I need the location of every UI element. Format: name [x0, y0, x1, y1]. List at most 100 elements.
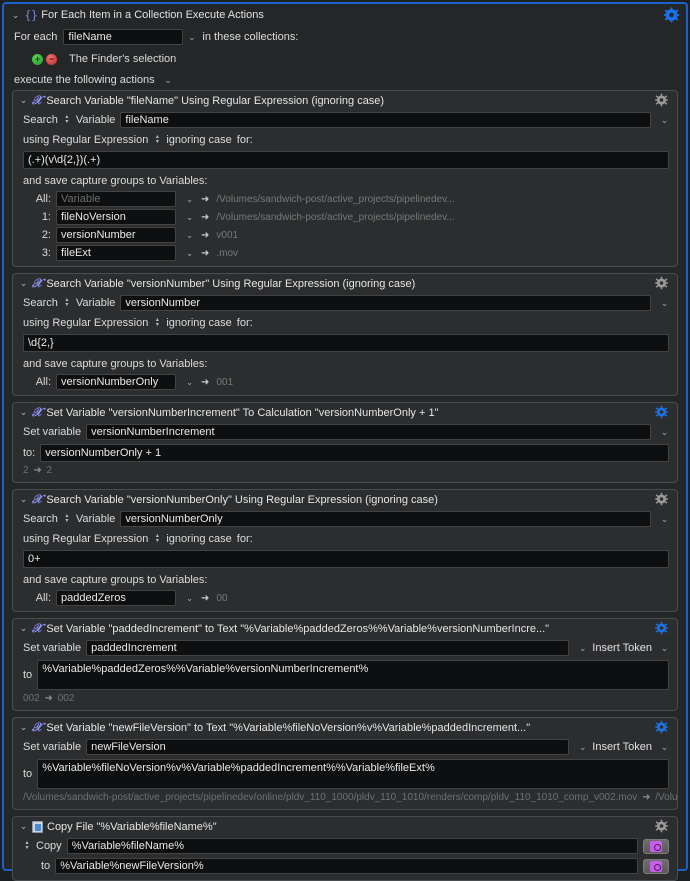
chevron-down-icon[interactable]: ⌄	[660, 514, 669, 525]
set-variable-input[interactable]: versionNumberIncrement	[86, 424, 651, 440]
action-search-versionnumberonly[interactable]: ⌄ 𝒳 Search Variable "versionNumberOnly" …	[12, 489, 678, 612]
disclosure-triangle-icon[interactable]: ⌄	[18, 722, 29, 733]
chevron-down-icon[interactable]: ⌄	[660, 115, 669, 126]
gear-icon[interactable]	[655, 93, 670, 108]
case-option-label[interactable]: ignoring case	[166, 533, 231, 545]
case-option-label[interactable]: ignoring case	[166, 317, 231, 329]
action-search-versionnumber[interactable]: ⌄ 𝒳 Search Variable "versionNumber" Usin…	[12, 273, 678, 396]
search-target-stepper[interactable]: ▴ ▾	[63, 114, 71, 125]
action-copy-file[interactable]: ⌄ Copy File "%Variable%fileName%" ▴ ▾ Cop…	[12, 816, 678, 881]
file-chooser-icon[interactable]	[643, 858, 669, 874]
regex-input[interactable]: \d{2,}	[23, 334, 669, 352]
action-set-versionnumberincrement[interactable]: ⌄ 𝒳 Set Variable "versionNumberIncrement…	[12, 402, 678, 483]
disclosure-triangle-icon[interactable]: ⌄	[18, 95, 29, 106]
to-value-input[interactable]: versionNumberOnly + 1	[40, 444, 669, 462]
case-option-stepper[interactable]: ▴ ▾	[153, 317, 161, 328]
to-label: to:	[23, 447, 36, 459]
disclosure-triangle-icon[interactable]: ⌄	[18, 494, 29, 505]
copy-label[interactable]: Copy	[36, 840, 62, 852]
search-target-stepper[interactable]: ▴ ▾	[63, 297, 71, 308]
search-target-label[interactable]: Variable	[76, 513, 116, 525]
capture-variable-input[interactable]: paddedZeros	[56, 590, 176, 606]
chevron-down-icon[interactable]: ⌄	[185, 212, 194, 223]
to-value-row: to: versionNumberOnly + 1	[13, 442, 677, 464]
gear-icon[interactable]	[655, 492, 670, 507]
chevron-down-icon[interactable]: ⌄	[185, 194, 194, 205]
for-each-variable-input[interactable]: fileName	[63, 29, 184, 45]
insert-token-button[interactable]: Insert Token ⌄	[592, 741, 669, 753]
search-label: Search	[23, 513, 58, 525]
chevron-down-icon[interactable]: ⌄	[660, 427, 669, 438]
collection-row: + − The Finder's selection	[4, 48, 686, 70]
case-option-label[interactable]: ignoring case	[166, 134, 231, 146]
search-variable-input[interactable]: versionNumber	[120, 295, 651, 311]
insert-token-button[interactable]: Insert Token ⌄	[592, 642, 669, 654]
regex-input[interactable]: 0+	[23, 550, 669, 568]
chevron-down-icon[interactable]: ⌄	[164, 75, 173, 86]
gear-icon-active[interactable]	[655, 405, 670, 420]
case-option-stepper[interactable]: ▴ ▾	[153, 134, 161, 145]
chevron-down-icon[interactable]: ⌄	[660, 298, 669, 309]
capture-variable-input[interactable]: fileNoVersion	[56, 209, 176, 225]
regex-input[interactable]: (.+)(v\d{2,})(.+)	[23, 151, 669, 169]
search-target-stepper[interactable]: ▴ ▾	[63, 513, 71, 524]
chevron-down-icon[interactable]: ⌄	[660, 643, 669, 654]
disclosure-triangle-icon[interactable]: ⌄	[18, 821, 29, 832]
gear-icon[interactable]	[655, 276, 670, 291]
set-variable-label: Set variable	[23, 741, 82, 753]
copy-mode-stepper[interactable]: ▴ ▾	[23, 840, 31, 851]
for-each-action-container[interactable]: ⌄ {} For Each Item in a Collection Execu…	[2, 2, 688, 881]
action-header: ⌄ 𝒳 Search Variable "fileName" Using Reg…	[13, 91, 677, 110]
copy-destination-input[interactable]: %Variable%newFileVersion%	[55, 858, 638, 874]
minus-circle-icon[interactable]: −	[46, 53, 57, 65]
set-variable-input[interactable]: newFileVersion	[86, 739, 570, 755]
chevron-down-icon[interactable]: ⌄	[185, 248, 194, 259]
gear-icon-active[interactable]	[655, 720, 670, 735]
capture-variable-input[interactable]: fileExt	[56, 245, 176, 261]
chevron-down-icon[interactable]: ⌄	[187, 32, 196, 43]
chevron-down-icon[interactable]: ⌄	[185, 377, 194, 388]
disclosure-triangle-icon[interactable]: ⌄	[18, 623, 29, 634]
set-variable-row: Set variable paddedIncrement ⌄ Insert To…	[13, 638, 677, 658]
chevron-down-icon[interactable]: ⌄	[578, 643, 587, 654]
gear-icon[interactable]	[655, 819, 670, 834]
result-arrow-icon: ➜	[33, 465, 42, 476]
copy-source-input[interactable]: %Variable%fileName%	[66, 838, 638, 854]
capture-variable-input[interactable]: versionNumberOnly	[56, 374, 176, 390]
to-value-input[interactable]: %Variable%fileNoVersion%v%Variable%padde…	[37, 759, 669, 789]
action-title: Set Variable "paddedIncrement" to Text "…	[46, 622, 550, 635]
action-set-paddedincrement[interactable]: ⌄ 𝒳 Set Variable "paddedIncrement" to Te…	[12, 618, 678, 711]
action-header: ⌄ 𝒳 Search Variable "versionNumber" Usin…	[13, 274, 677, 293]
to-value-input[interactable]: %Variable%paddedZeros%%Variable%versionN…	[37, 660, 669, 690]
capture-variable-input[interactable]: Variable	[56, 191, 176, 207]
search-target-label[interactable]: Variable	[76, 297, 116, 309]
action-set-newfileversion[interactable]: ⌄ 𝒳 Set Variable "newFileVersion" to Tex…	[12, 717, 678, 810]
chevron-down-icon[interactable]: ⌄	[185, 230, 194, 241]
for-each-variable-combo[interactable]: fileName ⌄	[63, 29, 196, 45]
gear-icon-active[interactable]	[655, 621, 670, 636]
capture-result-preview: 00	[216, 592, 228, 604]
disclosure-triangle-icon[interactable]: ⌄	[10, 10, 21, 21]
capture-variable-input[interactable]: versionNumber	[56, 227, 176, 243]
action-search-filename[interactable]: ⌄ 𝒳 Search Variable "fileName" Using Reg…	[12, 90, 678, 267]
gear-icon-active[interactable]	[664, 7, 679, 23]
search-target-label[interactable]: Variable	[76, 114, 116, 126]
search-source-row: Search ▴ ▾ Variable versionNumber ⌄	[13, 293, 677, 313]
capture-groups-label: and save capture groups to Variables:	[23, 573, 208, 586]
file-chooser-icon[interactable]	[643, 838, 669, 854]
disclosure-triangle-icon[interactable]: ⌄	[18, 278, 29, 289]
case-option-stepper[interactable]: ▴ ▾	[153, 533, 161, 544]
chevron-down-icon[interactable]: ⌄	[660, 742, 669, 753]
capture-group-row: 1: fileNoVersion ⌄ ➜ /Volumes/sandwich-p…	[13, 208, 677, 226]
chevron-down-icon[interactable]: ⌄	[578, 742, 587, 753]
chevron-down-icon[interactable]: ⌄	[185, 593, 194, 604]
plus-circle-icon[interactable]: +	[32, 53, 43, 65]
action-result-line: 2 ➜ 2	[13, 464, 677, 478]
regex-input-row: 0+	[13, 548, 677, 570]
search-variable-input[interactable]: versionNumberOnly	[120, 511, 651, 527]
search-variable-input[interactable]: fileName	[120, 112, 651, 128]
capture-index: 2:	[41, 229, 51, 241]
set-variable-input[interactable]: paddedIncrement	[86, 640, 570, 656]
disclosure-triangle-icon[interactable]: ⌄	[18, 407, 29, 418]
collection-item-label[interactable]: The Finder's selection	[69, 53, 176, 65]
